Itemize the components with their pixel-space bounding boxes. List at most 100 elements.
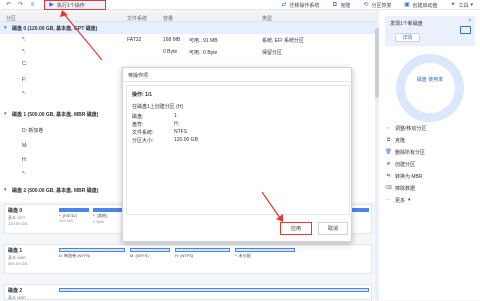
partition-free: 可用.. 0 Byte <box>189 50 218 56</box>
boot-disk-icon: ▣ <box>404 2 410 8</box>
tools-label: 工具 <box>458 2 469 9</box>
op-label: 创建分区 <box>395 161 416 168</box>
partition-name: *: <box>22 171 26 177</box>
partition-name: M: <box>22 143 28 149</box>
partition-segment[interactable] <box>59 288 369 296</box>
right-panel: 发现1个新磁盘 ✕ 详情 磁盘 使用率 ⇔ 调整/移动分区 ⧉ 克隆 🗑 删除所有分区… <box>379 10 480 300</box>
collapse-icon[interactable]: ▾ <box>4 111 7 117</box>
segment-size: 168 MB <box>59 218 73 223</box>
partition-row[interactable]: *: 0 Byte 可用.. 0 Byte 保留分区 <box>0 46 375 58</box>
op-label: 删除所有分区 <box>395 149 426 156</box>
op-delete-all[interactable]: 🗑 删除所有分区 <box>385 146 475 158</box>
partition-segment[interactable]: H: (NTFS) <box>175 248 230 272</box>
disk-card-size: 500.00 GB <box>8 261 28 266</box>
gauge-label: 磁盘 使用率 <box>416 77 444 83</box>
collapse-icon[interactable]: ▾ <box>4 25 7 31</box>
partition-table-header: 分区 文件系统 容量 类型 <box>0 13 375 22</box>
field-fs-key: 文件系统: <box>132 130 154 136</box>
tools-button[interactable]: ✦ 工具 ▾ <box>446 0 476 10</box>
delete-icon: 🗑 <box>385 148 392 155</box>
segment-label: M: (NTFS) <box>130 253 149 258</box>
op-resize-move[interactable]: ⇔ 调整/移动分区 <box>385 122 475 134</box>
disk-card-size: 120.00 GB <box>8 221 28 226</box>
partition-recovery-button[interactable]: ⟲ 分区恢复 <box>359 0 394 10</box>
disk-card[interactable]: 磁盘 1 基本 MBR 500.00 GB D: 新加卷 (NTFS) M: (… <box>4 244 372 274</box>
partition-name: *: <box>22 49 26 55</box>
disk-row[interactable]: ▾ 磁盘 0 (120.00 GB, 基本盘, GPT 磁盘) <box>0 22 375 34</box>
disk-card-name: 磁盘 2 <box>8 288 23 294</box>
partition-row[interactable]: *: FAT32 168 MB 可用.. 91 MB 系统, EFI 系统分区 <box>0 34 375 46</box>
partition-segment[interactable]: *: (FAT32) 168 MB <box>59 208 89 232</box>
field-disk-key: 磁盘: <box>132 114 144 120</box>
disk-icon <box>460 26 471 34</box>
partition-segment[interactable]: *: 未分配 <box>235 248 295 272</box>
field-size-value: 120.00 GB <box>174 137 198 143</box>
partition-name: *: <box>22 91 26 97</box>
field-disk-value: 1 <box>174 113 177 119</box>
menu-icon: ≡ <box>30 1 35 8</box>
clone-button[interactable]: ⧉ 克隆 <box>328 0 353 10</box>
op-convert-mbr[interactable]: ⇆ 转换为 MBR <box>385 170 475 182</box>
field-letter-value: H: <box>174 121 179 127</box>
detail-button[interactable]: 详情 <box>395 33 420 42</box>
toolbar-actions: ⇄ 迁移操作系统 ⧉ 克隆 ⟲ 分区恢复 ▣ 创建启动盘 ✦ 工具 ▾ <box>277 0 476 10</box>
op-clone[interactable]: ⧉ 克隆 <box>385 134 475 146</box>
operation-description: 在磁盘1上创建分区 (H) <box>132 104 184 110</box>
dialog-body: 操作: 1/1 在磁盘1上创建分区 (H) 磁盘: 1 盘符: H: 文件系统:… <box>126 85 350 215</box>
partition-name: F: <box>22 77 27 83</box>
partition-name: H: <box>22 157 27 163</box>
cancel-button[interactable]: 取消 <box>318 222 348 235</box>
col-type[interactable]: 类型 <box>262 15 272 22</box>
partition-segment[interactable]: *: (其他) 0 Byte <box>93 208 123 232</box>
more-icon: ⋯ <box>386 196 391 203</box>
segment-label: H: (NTFS) <box>175 253 194 258</box>
close-icon[interactable]: ✕ <box>468 18 472 24</box>
migrate-icon: ⇄ <box>281 2 287 8</box>
apply-button[interactable]: 应用 <box>280 222 312 235</box>
wipe-icon: ⌫ <box>384 184 393 191</box>
op-label: 调整/移动分区 <box>395 125 427 132</box>
pending-operations-dialog: 待操作项 ✕ 操作: 1/1 在磁盘1上创建分区 (H) 磁盘: 1 盘符: H… <box>122 67 352 242</box>
play-icon: ▶ <box>49 2 54 8</box>
op-label: 更多 <box>395 197 406 204</box>
new-disk-notice: 发现1个新磁盘 ✕ 详情 <box>385 16 475 46</box>
col-filesystem[interactable]: 文件系统 <box>127 15 147 22</box>
boot-disk-label: 创建启动盘 <box>412 2 438 9</box>
clone-icon: ⧉ <box>332 2 338 8</box>
segment-label: D: 新加卷 (NTFS) <box>59 253 91 258</box>
op-label: 擦除数据 <box>395 185 416 192</box>
segment-size: 0 Byte <box>93 219 105 224</box>
field-size-key: 分区大小: <box>132 138 154 144</box>
partition-type: 保留分区 <box>262 50 283 56</box>
partition-fs: FAT32 <box>127 37 142 43</box>
disk-usage-gauge: 磁盘 使用率 <box>396 54 464 122</box>
dialog-titlebar: 待操作项 ✕ <box>123 68 351 82</box>
operations-list: ⇔ 调整/移动分区 ⧉ 克隆 🗑 删除所有分区 ⊕ 创建分区 ⇆ 转换为 MBR ⌫ 擦除数… <box>385 122 475 206</box>
operation-header: 操作: 1/1 <box>132 92 153 98</box>
menu-button[interactable]: ≡ <box>26 0 39 10</box>
op-more[interactable]: ⋯ 更多 ▾ <box>385 194 475 206</box>
op-label: 转换为 MBR <box>395 173 423 180</box>
recovery-label: 分区恢复 <box>371 2 392 9</box>
col-partition[interactable]: 分区 <box>6 15 16 22</box>
new-disk-text: 发现1个新磁盘 <box>390 21 423 27</box>
recovery-icon: ⟲ <box>363 2 369 8</box>
add-icon: ⊕ <box>386 160 391 167</box>
disk-label: 磁盘 1 基本 MBR 500.00 GB <box>8 248 56 267</box>
disk-card-type: 基本 MBR <box>8 295 26 300</box>
create-boot-disk-button[interactable]: ▣ 创建启动盘 <box>400 0 440 10</box>
tools-icon: ✦ <box>450 2 456 8</box>
op-create-partition[interactable]: ⊕ 创建分区 <box>385 158 475 170</box>
migrate-os-button[interactable]: ⇄ 迁移操作系统 <box>277 0 322 10</box>
disk-card[interactable]: 磁盘 2 基本 MBR <box>4 284 372 300</box>
close-icon[interactable]: ✕ <box>128 72 347 78</box>
op-wipe[interactable]: ⌫ 擦除数据 <box>385 182 475 194</box>
collapse-icon[interactable]: ▾ <box>4 187 7 193</box>
redo-icon: ↷ <box>17 1 24 8</box>
partition-segment[interactable]: D: 新加卷 (NTFS) <box>59 248 125 272</box>
col-capacity[interactable]: 容量 <box>163 15 173 22</box>
execute-operations-button[interactable]: ▶ 执行1个操作 <box>44 0 106 10</box>
resize-icon: ⇔ <box>386 124 391 131</box>
partition-segment[interactable]: M: (NTFS) <box>130 248 170 272</box>
undo-icon: ↶ <box>5 1 12 8</box>
